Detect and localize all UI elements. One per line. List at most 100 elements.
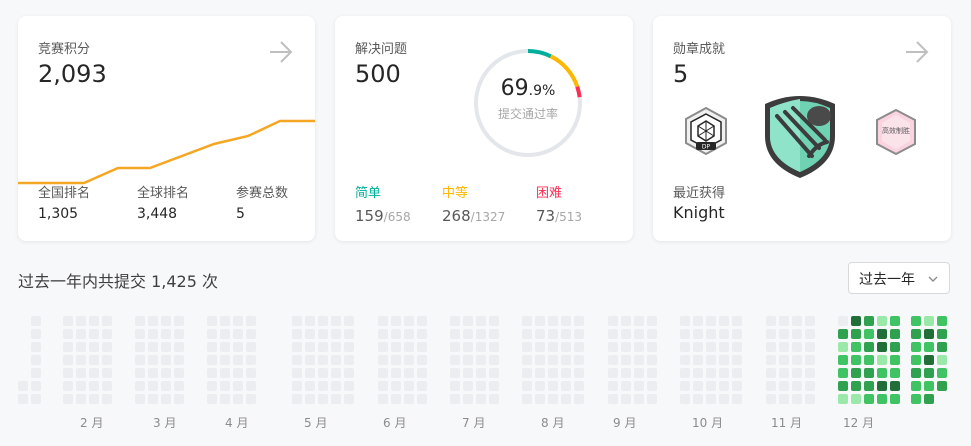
heatmap-cell[interactable]	[344, 394, 354, 404]
heatmap-cell[interactable]	[851, 329, 861, 339]
heatmap-cell[interactable]	[102, 342, 112, 352]
heatmap-cell[interactable]	[417, 329, 427, 339]
heatmap-cell[interactable]	[318, 381, 328, 391]
heatmap-cell[interactable]	[344, 355, 354, 365]
heatmap-cell[interactable]	[148, 316, 158, 326]
heatmap-cell[interactable]	[522, 316, 532, 326]
heatmap-cell[interactable]	[476, 355, 486, 365]
heatmap-cell[interactable]	[417, 355, 427, 365]
heatmap-cell[interactable]	[102, 381, 112, 391]
heatmap-cell[interactable]	[548, 329, 558, 339]
heatmap-cell[interactable]	[76, 394, 86, 404]
heatmap-cell[interactable]	[680, 394, 690, 404]
arrow-right-icon[interactable]	[267, 38, 295, 66]
heatmap-cell[interactable]	[476, 342, 486, 352]
heatmap-cell[interactable]	[805, 394, 815, 404]
heatmap-cell[interactable]	[463, 394, 473, 404]
badges-card[interactable]: 勋章成就 5 DP 高效制胜 最近获得 Knight	[653, 16, 951, 241]
heatmap-cell[interactable]	[148, 342, 158, 352]
heatmap-cell[interactable]	[864, 342, 874, 352]
heatmap-cell[interactable]	[851, 342, 861, 352]
heatmap-cell[interactable]	[378, 394, 388, 404]
heatmap-cell[interactable]	[535, 368, 545, 378]
heatmap-cell[interactable]	[647, 329, 657, 339]
heatmap-cell[interactable]	[522, 329, 532, 339]
heatmap-cell[interactable]	[476, 368, 486, 378]
heatmap-cell[interactable]	[877, 394, 887, 404]
heatmap-cell[interactable]	[838, 316, 848, 326]
heatmap-cell[interactable]	[634, 381, 644, 391]
heatmap-cell[interactable]	[838, 394, 848, 404]
heatmap-cell[interactable]	[621, 394, 631, 404]
heatmap-cell[interactable]	[608, 381, 618, 391]
heatmap-cell[interactable]	[207, 394, 217, 404]
heatmap-cell[interactable]	[877, 316, 887, 326]
heatmap-cell[interactable]	[331, 342, 341, 352]
heatmap-cell[interactable]	[292, 368, 302, 378]
heatmap-cell[interactable]	[924, 316, 934, 326]
heatmap-cell[interactable]	[463, 329, 473, 339]
heatmap-cell[interactable]	[63, 394, 73, 404]
heatmap-cell[interactable]	[31, 329, 41, 339]
heatmap-cell[interactable]	[647, 368, 657, 378]
heatmap-cell[interactable]	[608, 394, 618, 404]
heatmap-cell[interactable]	[450, 355, 460, 365]
heatmap-cell[interactable]	[621, 355, 631, 365]
heatmap-cell[interactable]	[621, 316, 631, 326]
heatmap-cell[interactable]	[574, 381, 584, 391]
heatmap-cell[interactable]	[463, 316, 473, 326]
heatmap-cell[interactable]	[404, 316, 414, 326]
heatmap-cell[interactable]	[148, 368, 158, 378]
heatmap-cell[interactable]	[220, 316, 230, 326]
heatmap-cell[interactable]	[63, 355, 73, 365]
heatmap-cell[interactable]	[450, 394, 460, 404]
year-range-select[interactable]: 过去一年	[848, 262, 950, 294]
heatmap-cell[interactable]	[792, 329, 802, 339]
heatmap-cell[interactable]	[476, 329, 486, 339]
heatmap-cell[interactable]	[174, 329, 184, 339]
heatmap-cell[interactable]	[76, 381, 86, 391]
heatmap-cell[interactable]	[924, 394, 934, 404]
heatmap-cell[interactable]	[450, 329, 460, 339]
heatmap-cell[interactable]	[693, 342, 703, 352]
heatmap-cell[interactable]	[766, 329, 776, 339]
heatmap-cell[interactable]	[719, 355, 729, 365]
heatmap-cell[interactable]	[779, 316, 789, 326]
heatmap-cell[interactable]	[522, 394, 532, 404]
heatmap-cell[interactable]	[76, 329, 86, 339]
heatmap-cell[interactable]	[161, 381, 171, 391]
heatmap-cell[interactable]	[851, 368, 861, 378]
heatmap-cell[interactable]	[561, 368, 571, 378]
heatmap-cell[interactable]	[450, 342, 460, 352]
heatmap-cell[interactable]	[693, 368, 703, 378]
heatmap-cell[interactable]	[680, 329, 690, 339]
heatmap-cell[interactable]	[766, 368, 776, 378]
heatmap-cell[interactable]	[344, 316, 354, 326]
heatmap-cell[interactable]	[732, 316, 742, 326]
heatmap-cell[interactable]	[548, 355, 558, 365]
heatmap-cell[interactable]	[89, 368, 99, 378]
heatmap-cell[interactable]	[135, 316, 145, 326]
heatmap-cell[interactable]	[174, 381, 184, 391]
heatmap-cell[interactable]	[305, 329, 315, 339]
heatmap-cell[interactable]	[647, 355, 657, 365]
heatmap-cell[interactable]	[890, 368, 900, 378]
heatmap-cell[interactable]	[634, 342, 644, 352]
heatmap-cell[interactable]	[792, 394, 802, 404]
heatmap-cell[interactable]	[391, 381, 401, 391]
heatmap-cell[interactable]	[805, 342, 815, 352]
heatmap-cell[interactable]	[148, 355, 158, 365]
heatmap-cell[interactable]	[608, 342, 618, 352]
heatmap-cell[interactable]	[924, 329, 934, 339]
heatmap-cell[interactable]	[608, 316, 618, 326]
heatmap-cell[interactable]	[779, 342, 789, 352]
heatmap-cell[interactable]	[76, 316, 86, 326]
heatmap-cell[interactable]	[805, 355, 815, 365]
heatmap-cell[interactable]	[220, 368, 230, 378]
heatmap-cell[interactable]	[63, 368, 73, 378]
heatmap-cell[interactable]	[207, 342, 217, 352]
heatmap-cell[interactable]	[489, 368, 499, 378]
heatmap-cell[interactable]	[476, 316, 486, 326]
heatmap-cell[interactable]	[476, 381, 486, 391]
heatmap-cell[interactable]	[378, 381, 388, 391]
